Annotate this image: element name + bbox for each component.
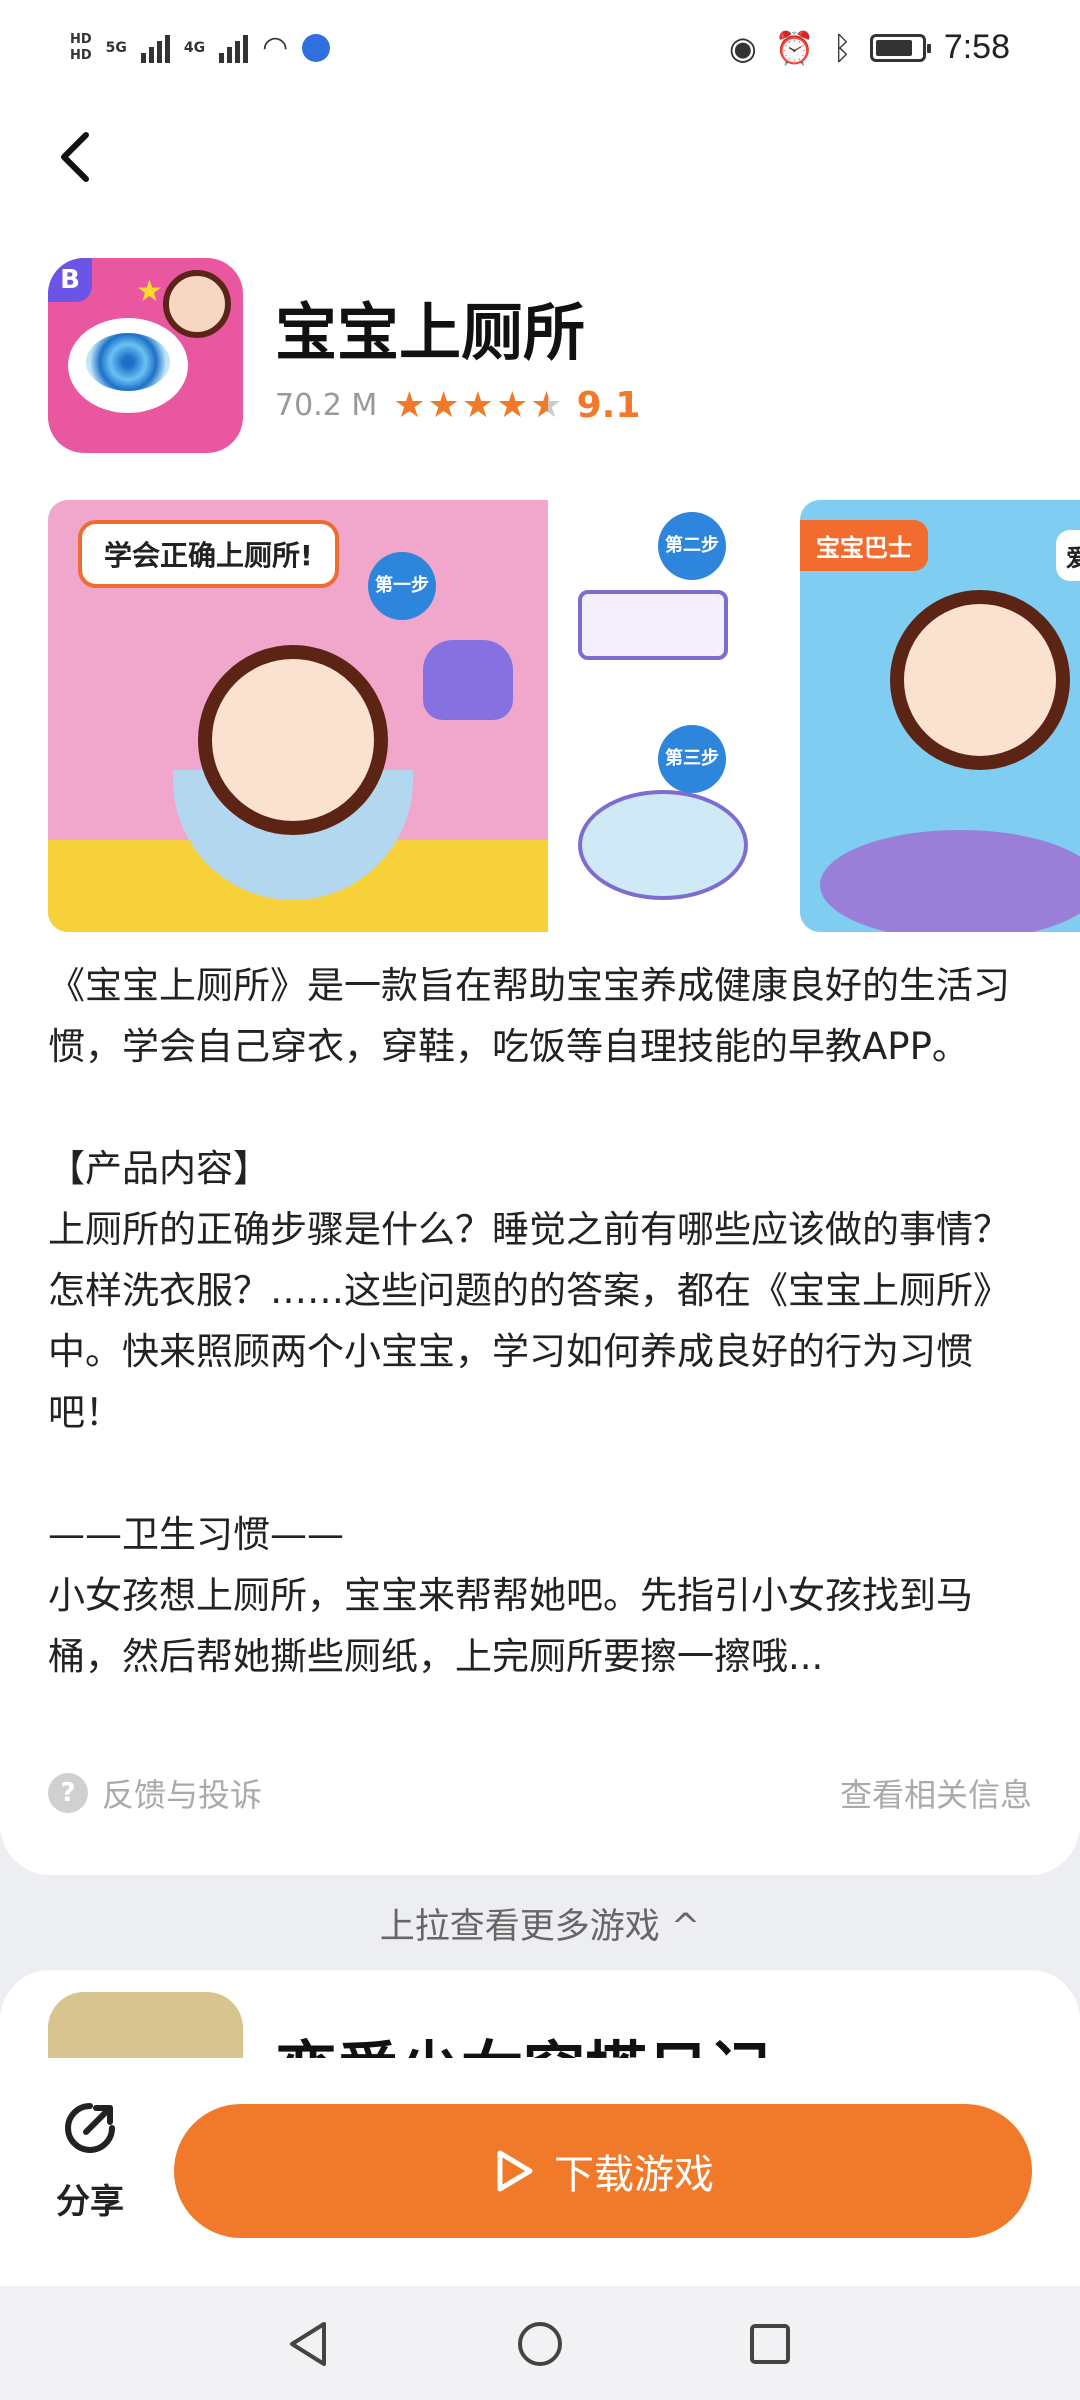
signal-icon [140, 33, 170, 63]
network-4g-label: 4G [183, 39, 206, 56]
star-icon: ★ [427, 384, 460, 426]
nav-recent-button[interactable] [740, 2316, 800, 2372]
screenshot-banner: 学会正确上厕所! [78, 520, 339, 588]
back-button[interactable] [52, 127, 102, 187]
girl-face-shape [198, 645, 388, 835]
app-title: 宝宝上厕所 [275, 296, 586, 369]
eye-icon: ◉ [728, 28, 757, 67]
step-1-bubble: 第一步 [368, 552, 436, 620]
play-icon [497, 2150, 533, 2192]
rating-stars: ★ ★ ★ ★ ★ [393, 384, 562, 426]
screenshot-carousel[interactable]: 学会正确上厕所! 第一步 第二步 第三步 宝宝巴士 爱 [48, 500, 1080, 932]
pull-up-hint[interactable]: 上拉查看更多游戏 ^ [0, 1898, 1080, 1949]
girl-face-shape [890, 590, 1070, 770]
nav-home-button[interactable] [510, 2316, 570, 2372]
step-2-bubble: 第二步 [658, 512, 726, 580]
download-label: 下载游戏 [554, 2152, 714, 2198]
description-truncated[interactable]: 小女孩想上厕所，宝宝来帮帮她吧。先指引小女孩找到马桶，然后帮她撕些厕纸，上完厕所… [48, 1565, 1038, 1687]
status-right: ◉ ⏰ ᛒ 7:58 [729, 28, 1010, 67]
wash-basin-shape [578, 790, 748, 900]
nav-back-button[interactable] [280, 2316, 340, 2372]
app-size: 70.2 M [275, 388, 378, 423]
girl-face-shape [163, 270, 231, 338]
step-3-bubble: 第三步 [658, 725, 726, 793]
glove-shape [423, 640, 513, 720]
triangle-back-icon [290, 2322, 326, 2366]
section-title: 【产品内容】 [48, 1147, 270, 1190]
brand-logo: 宝宝巴士 [800, 520, 928, 571]
star-icon: ★ [496, 384, 529, 426]
share-button[interactable]: 分享 [40, 2098, 140, 2223]
half-star-icon: ★ [530, 386, 562, 425]
wifi-icon: ◠ [262, 30, 289, 65]
bluetooth-icon: ᛒ [832, 28, 852, 67]
related-info-link[interactable]: 查看相关信息 [840, 1770, 1032, 1816]
rating-score: 9.1 [576, 385, 641, 426]
sub-title: ——卫生习惯—— [48, 1513, 344, 1556]
circle-home-icon [518, 2322, 562, 2366]
status-bar: HD HD 5G 4G ◠ ◉ ⏰ ᛒ 7:58 [0, 0, 1080, 105]
hd-icon: HD HD [70, 31, 92, 63]
battery-icon [869, 33, 931, 62]
network-5g-label: 5G [105, 39, 127, 56]
description-paragraph-3: 小女孩想上厕所，宝宝来帮帮她吧。先指引小女孩找到马桶，然后帮她撕些厕纸，上完厕所… [48, 1574, 973, 1678]
baidu-paw-icon [302, 33, 331, 62]
feedback-button[interactable]: ? 反馈与投诉 [48, 1770, 262, 1816]
share-label: 分享 [56, 2182, 124, 2222]
screenshot-1[interactable]: 学会正确上厕所! 第一步 第二步 第三步 [48, 500, 768, 932]
toilet-flush-shape [578, 590, 728, 660]
bottom-action-bar: 分享 下载游戏 [0, 2058, 1080, 2286]
description-paragraph-1: 《宝宝上厕所》是一款旨在帮助宝宝养成健康良好的生活习惯，学会自己穿衣，穿鞋，吃饭… [48, 964, 1010, 1068]
screenshot-2[interactable]: 宝宝巴士 爱 [800, 500, 1080, 932]
clock: 7:58 [943, 28, 1010, 66]
description-paragraph-2: 上厕所的正确步骤是什么？睡觉之前有哪些应该做的事情？怎样洗衣服？……这些问题的的… [48, 1208, 1010, 1434]
star-icon: ★ [461, 384, 495, 426]
chevron-left-icon [61, 132, 89, 182]
star-icon: ★ [393, 384, 426, 426]
app-icon: B ★ [48, 258, 243, 453]
star-decoration-icon: ★ [136, 274, 163, 309]
square-recent-icon [750, 2324, 790, 2364]
brand-tag-icon: B [48, 258, 92, 302]
app-meta-row: 70.2 M ★ ★ ★ ★ ★ 9.1 [275, 385, 640, 426]
question-icon: ? [48, 1773, 88, 1813]
signal-icon-2 [219, 33, 249, 63]
app-description: 《宝宝上厕所》是一款旨在帮助宝宝养成健康良好的生活习惯，学会自己穿衣，穿鞋，吃饭… [48, 955, 1038, 1687]
screenshot-2-text: 爱 [1056, 530, 1080, 581]
feedback-label: 反馈与投诉 [102, 1776, 263, 1814]
system-nav-bar [0, 2286, 1080, 2400]
alarm-icon: ⏰ [774, 28, 815, 67]
status-left: HD HD 5G 4G ◠ [70, 30, 331, 65]
download-game-button[interactable]: 下载游戏 [174, 2104, 1032, 2238]
sink-shape [820, 830, 1080, 932]
share-icon [65, 2103, 115, 2153]
water-swirl-shape [86, 333, 170, 391]
